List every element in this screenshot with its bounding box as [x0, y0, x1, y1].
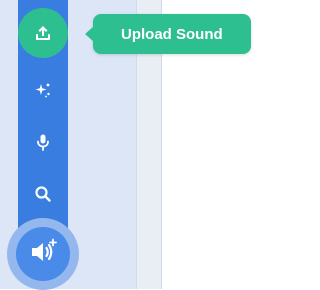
sparkle-icon	[33, 80, 53, 100]
microphone-icon	[33, 132, 53, 152]
upload-sound-button[interactable]	[18, 8, 68, 58]
choose-sound-button[interactable]	[18, 174, 68, 214]
record-sound-button[interactable]	[18, 122, 68, 162]
upload-icon	[33, 23, 53, 43]
add-sound-button-face	[16, 227, 70, 281]
tooltip-arrow	[85, 26, 94, 42]
surprise-sound-button[interactable]	[18, 70, 68, 110]
add-sound-button[interactable]	[7, 218, 79, 290]
upload-sound-tooltip: Upload Sound	[85, 14, 251, 54]
speaker-plus-icon	[28, 237, 58, 272]
tooltip-label: Upload Sound	[121, 25, 223, 43]
search-icon	[33, 184, 53, 204]
